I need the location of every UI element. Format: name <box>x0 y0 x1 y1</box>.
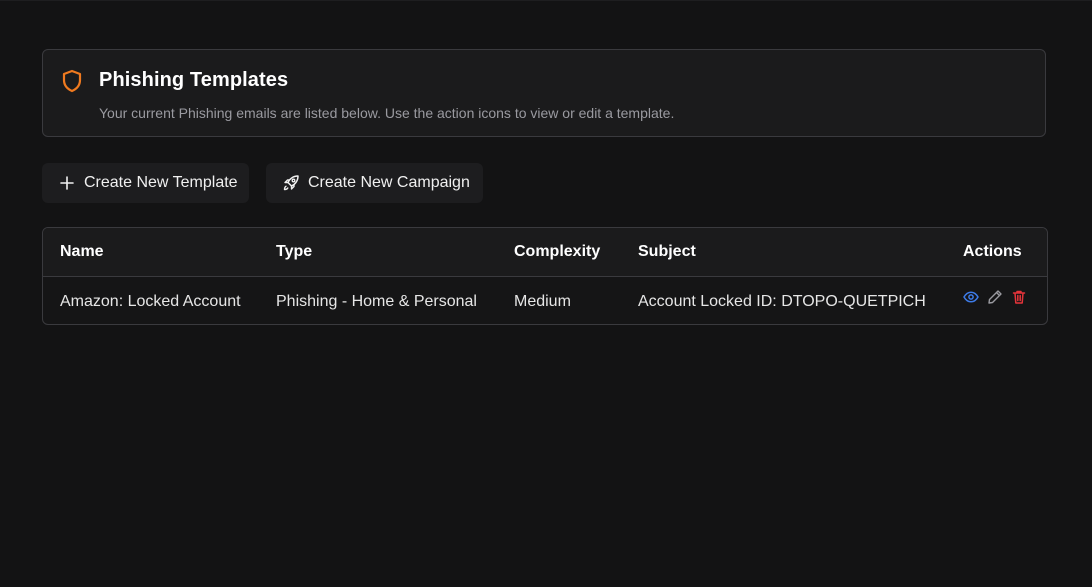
create-campaign-label: Create New Campaign <box>308 174 470 191</box>
column-header-name[interactable]: Name <box>60 243 104 261</box>
page-header-card: Phishing Templates Your current Phishing… <box>42 49 1046 137</box>
pencil-icon[interactable] <box>987 289 1003 305</box>
page-subtitle: Your current Phishing emails are listed … <box>99 105 675 121</box>
table-header-row: Name Type Complexity Subject Actions <box>43 228 1047 277</box>
row-subject-cell: Account Locked ID: DTOPO-QUETPICH <box>638 293 926 310</box>
column-header-subject[interactable]: Subject <box>638 243 696 261</box>
create-template-label: Create New Template <box>84 174 238 191</box>
top-divider <box>0 0 1092 1</box>
eye-icon[interactable] <box>963 289 979 305</box>
trash-icon[interactable] <box>1011 289 1027 305</box>
create-template-button[interactable]: Create New Template <box>42 163 249 203</box>
templates-table: Name Type Complexity Subject Actions Ama… <box>42 227 1048 325</box>
shield-icon <box>61 69 83 93</box>
row-actions <box>963 289 1027 305</box>
row-complexity-cell: Medium <box>514 293 571 310</box>
column-header-complexity[interactable]: Complexity <box>514 243 600 261</box>
plus-icon <box>58 174 76 192</box>
create-campaign-button[interactable]: Create New Campaign <box>266 163 483 203</box>
column-header-type[interactable]: Type <box>276 243 312 261</box>
row-name-cell: Amazon: Locked Account <box>60 293 241 310</box>
rocket-icon <box>282 174 300 192</box>
row-type-cell: Phishing - Home & Personal <box>276 293 477 310</box>
column-header-actions: Actions <box>963 243 1022 260</box>
page-title: Phishing Templates <box>99 69 289 91</box>
